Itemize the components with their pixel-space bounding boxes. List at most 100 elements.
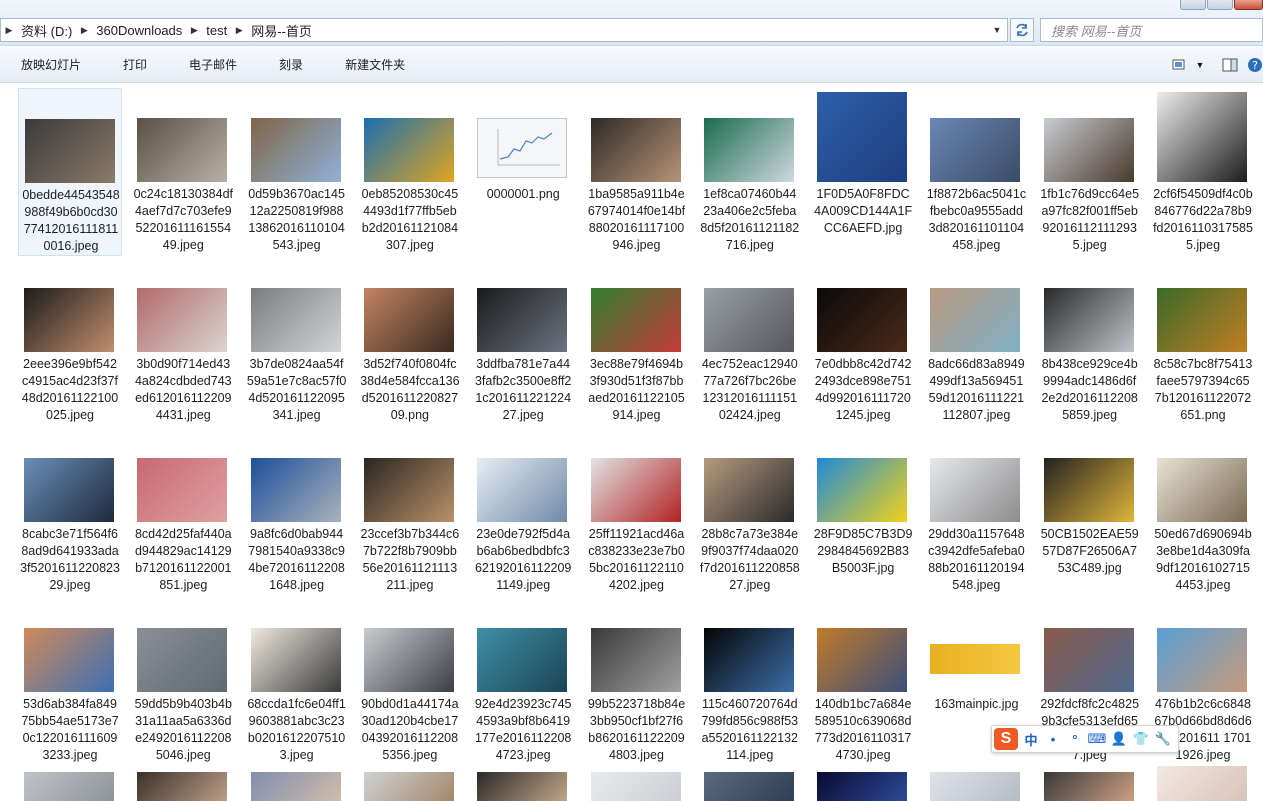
- file-item[interactable]: 2eee396e9bf542c4915ac4d23f37f48d20161122…: [18, 258, 122, 426]
- file-item[interactable]: [585, 768, 689, 801]
- file-item[interactable]: 1f8872b6ac5041cfbebc0a9555add3d820161101…: [924, 88, 1028, 256]
- file-item[interactable]: 1fb1c76d9cc64e5a97fc82f001ff5eb920161121…: [1038, 88, 1142, 256]
- breadcrumb-drive[interactable]: 资料 (D:): [17, 19, 76, 41]
- minimize-button[interactable]: [1180, 0, 1206, 10]
- file-list-view[interactable]: 0bedde44543548988f49b6b0cd30774120161118…: [0, 84, 1263, 801]
- settings-wrench-icon[interactable]: 🔧: [1154, 729, 1172, 749]
- chevron-right-icon[interactable]: ▶: [231, 19, 247, 41]
- file-item[interactable]: 3ec88e79f4694b3f930d51f3f87bbaed20161122…: [585, 258, 689, 426]
- file-item[interactable]: 8cd42d25faf440ad944829ac14129b7120161122…: [131, 428, 235, 596]
- ime-toolbar[interactable]: S 中 • ° ⌨ 👤 👕 🔧: [991, 725, 1179, 753]
- file-name: 3b7de0824aa54f59a51e7c8ac57f04d520161122…: [246, 357, 347, 422]
- file-item[interactable]: [698, 768, 802, 801]
- file-item[interactable]: 68ccda1fc6e04ff19603881abc3c23b020161220…: [245, 598, 349, 766]
- file-item[interactable]: 1F0D5A0F8FDC4A009CD144A1FCC6AEFD.jpg: [811, 88, 915, 256]
- file-item[interactable]: [1038, 768, 1142, 801]
- chevron-right-icon[interactable]: ▶: [1, 19, 17, 41]
- file-item[interactable]: 115c460720764d799fd856c988f53a5520161122…: [698, 598, 802, 766]
- view-options-icon[interactable]: [1167, 54, 1193, 76]
- file-item[interactable]: 90bd0d1a44174a30ad120b4cbe17043920161122…: [358, 598, 462, 766]
- file-item[interactable]: 59dd5b9b403b4b31a11aa5a6336de24920161122…: [131, 598, 235, 766]
- file-item[interactable]: 3ddfba781e7a443fafb2c3500e8ff21c20161122…: [471, 258, 575, 426]
- skin-icon[interactable]: 👕: [1132, 729, 1150, 749]
- file-item[interactable]: [131, 768, 235, 801]
- file-item[interactable]: 50CB1502EAE5957D87F26506A753C489.jpg: [1038, 428, 1142, 596]
- file-item[interactable]: 9a8fc6d0bab9447981540a9338c94be720161122…: [245, 428, 349, 596]
- file-item[interactable]: 4ec752eac1294077a726f7bc26be123120161111…: [698, 258, 802, 426]
- chevron-right-icon[interactable]: ▶: [76, 19, 92, 41]
- file-item[interactable]: 140db1bc7a684e589510c639068d773d20161103…: [811, 598, 915, 766]
- file-item[interactable]: [18, 768, 122, 801]
- help-icon[interactable]: ?: [1247, 54, 1263, 76]
- file-item[interactable]: 0eb85208530c454493d1f77ffb5ebb2d20161121…: [358, 88, 462, 256]
- file-item[interactable]: 53d6ab384fa84975bb54ae5173e70c1220161116…: [18, 598, 122, 766]
- file-name: 1ba9585a911b4e67974014f0e14bf88020161117…: [587, 187, 686, 252]
- slideshow-button[interactable]: 放映幻灯片: [0, 53, 102, 77]
- file-item[interactable]: 1ef8ca07460b4423a406e2c5feba8d5f20161121…: [698, 88, 802, 256]
- file-name: 3ec88e79f4694b3f930d51f3f87bbaed20161122…: [588, 357, 685, 422]
- new-folder-button[interactable]: 新建文件夹: [324, 53, 426, 77]
- file-item[interactable]: 23e0de792f5d4ab6ab6bedbdbfc3621920161122…: [471, 428, 575, 596]
- file-item[interactable]: [924, 768, 1028, 801]
- file-item[interactable]: 99b5223718b84e3bb950cf1bf27f6b8620161122…: [585, 598, 689, 766]
- file-name: 3ddfba781e7a443fafb2c3500e8ff21c20161122…: [474, 357, 572, 422]
- file-item[interactable]: 8cabc3e71f564f68ad9d641933ada3f520161122…: [18, 428, 122, 596]
- sogou-logo-icon[interactable]: S: [994, 728, 1018, 750]
- file-item[interactable]: 50ed67d690694b3e8be1d4a309fa9df120161027…: [1151, 428, 1255, 596]
- file-item[interactable]: 25ff11921acd46ac838233e23e7b05bc20161122…: [585, 428, 689, 596]
- breadcrumb-360downloads[interactable]: 360Downloads: [92, 19, 186, 41]
- file-thumbnail: [1157, 458, 1247, 522]
- file-item[interactable]: [358, 768, 462, 801]
- file-item[interactable]: [1151, 766, 1255, 801]
- file-name: 1ef8ca07460b4423a406e2c5feba8d5f20161121…: [700, 187, 800, 252]
- file-item[interactable]: 0d59b3670ac14512a2250819f988138620161101…: [245, 88, 349, 256]
- search-input[interactable]: 搜索 网易--首页: [1040, 18, 1263, 42]
- email-button[interactable]: 电子邮件: [168, 53, 258, 77]
- ime-fullwidth-icon[interactable]: °: [1066, 729, 1084, 749]
- keyboard-icon[interactable]: ⌨: [1088, 729, 1107, 749]
- view-dropdown-icon[interactable]: ▼: [1193, 54, 1207, 76]
- chevron-right-icon[interactable]: ▶: [186, 19, 202, 41]
- address-bar[interactable]: ▶ 资料 (D:) ▶ 360Downloads ▶ test ▶ 网易--首页…: [0, 18, 1008, 42]
- file-item[interactable]: 1ba9585a911b4e67974014f0e14bf88020161117…: [585, 88, 689, 256]
- address-history-dropdown-icon[interactable]: ▼: [987, 19, 1007, 41]
- file-item[interactable]: 8c58c7bc8f75413faee5797394c657b120161122…: [1151, 258, 1255, 426]
- preview-pane-icon[interactable]: [1217, 54, 1243, 76]
- file-item[interactable]: 0bedde44543548988f49b6b0cd30774120161118…: [18, 88, 122, 256]
- file-item[interactable]: 0c24c18130384df4aef7d7c703efe95220161116…: [131, 88, 235, 256]
- user-icon[interactable]: 👤: [1110, 729, 1128, 749]
- ime-punctuation-icon[interactable]: •: [1044, 729, 1062, 749]
- breadcrumb-current-folder[interactable]: 网易--首页: [247, 19, 316, 41]
- file-item[interactable]: 8adc66d83a8949499df13a56945159d120161112…: [924, 258, 1028, 426]
- file-item[interactable]: 8b438ce929ce4b9994adc1486d6f2e2d20161122…: [1038, 258, 1142, 426]
- file-name: 8c58c7bc8f75413faee5797394c657b120161122…: [1153, 357, 1253, 422]
- file-item[interactable]: 7e0dbb8c42d7422493dce898e7514d9920161117…: [811, 258, 915, 426]
- burn-button[interactable]: 刻录: [258, 53, 324, 77]
- file-thumbnail: [817, 628, 908, 692]
- file-item[interactable]: 0000001.png: [471, 88, 575, 256]
- file-item[interactable]: 92e4d23923c7454593a9bf8b6419177e20161122…: [471, 598, 575, 766]
- file-item[interactable]: [811, 768, 915, 801]
- refresh-button[interactable]: [1010, 18, 1034, 42]
- file-item[interactable]: 29dd30a1157648c3942dfe5afeba088b20161120…: [924, 428, 1028, 596]
- print-button[interactable]: 打印: [102, 53, 168, 77]
- file-thumbnail: [930, 118, 1021, 182]
- file-thumbnail: [1157, 628, 1247, 692]
- file-item[interactable]: 28b8c7a73e384e9f9037f74daa020f7d20161122…: [698, 428, 802, 596]
- file-item[interactable]: 2cf6f54509df4c0b846776d22a78b9fd20161103…: [1151, 88, 1255, 256]
- maximize-button[interactable]: [1207, 0, 1233, 10]
- file-name: 50CB1502EAE5957D87F26506A753C489.jpg: [1040, 527, 1139, 575]
- file-item[interactable]: 3d52f740f0804fc38d4e584fcca136d520161122…: [358, 258, 462, 426]
- file-thumbnail: [1157, 288, 1247, 352]
- file-item[interactable]: [245, 768, 349, 801]
- file-item[interactable]: 3b0d90f714ed434a824cdbded743ed6120161122…: [131, 258, 235, 426]
- file-item[interactable]: 28F9D85C7B3D92984845692B83B5003F.jpg: [811, 428, 915, 596]
- breadcrumb-test[interactable]: test: [202, 19, 231, 41]
- file-name: 0d59b3670ac14512a2250819f988138620161101…: [248, 187, 345, 252]
- ime-chinese-mode[interactable]: 中: [1022, 729, 1040, 749]
- close-window-button[interactable]: [1234, 0, 1263, 10]
- file-item[interactable]: 3b7de0824aa54f59a51e7c8ac57f04d520161122…: [245, 258, 349, 426]
- file-item[interactable]: [471, 768, 575, 801]
- file-name: 59dd5b9b403b4b31a11aa5a6336de24920161122…: [134, 697, 232, 762]
- file-item[interactable]: 23ccef3b7b344c67b722f8b7909bb56e20161121…: [358, 428, 462, 596]
